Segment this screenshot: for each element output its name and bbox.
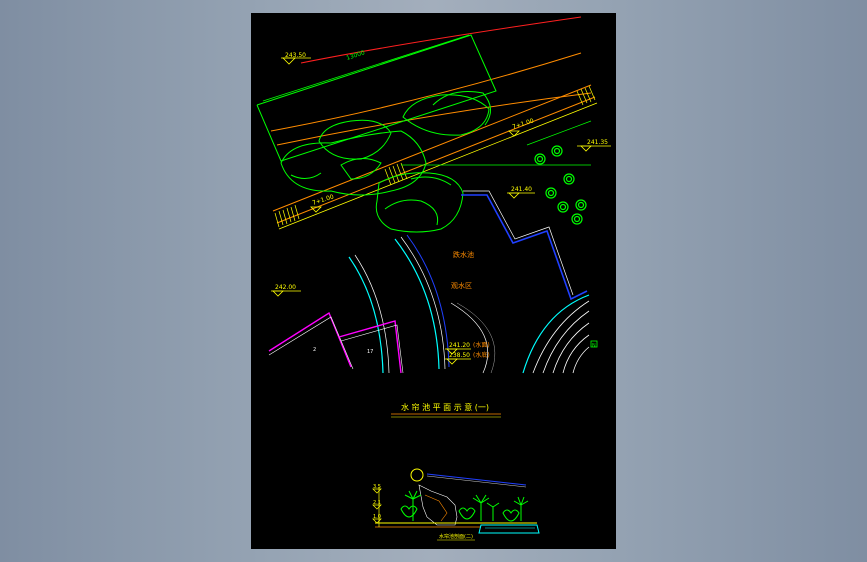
drawing-sheet: 243.50 13000 241.35 241.40 242.00 7+1.00… [251, 13, 616, 549]
viewing-label: 观水区 [451, 281, 472, 290]
elev-water1-label: 241.20 [449, 342, 470, 349]
cad-drawing: 243.50 13000 241.35 241.40 242.00 7+1.00… [256, 16, 611, 541]
pool-wall-blue [461, 194, 588, 301]
fan-outer-cyan [522, 294, 590, 374]
section-rock-2 [424, 494, 448, 522]
section-sun-circle [410, 468, 424, 482]
plan-title: 水 帘 池 平 面 示 意 (一) [401, 402, 489, 412]
water2-note: (水底) [473, 351, 490, 359]
section-elev-a: 3.5 [373, 484, 381, 490]
stair-hatch-right [576, 85, 596, 106]
path-magenta-2 [338, 320, 402, 374]
path-band-3 [278, 102, 598, 230]
section-elev-c: 1.0 [373, 514, 381, 520]
elev-right-top-label: 241.35 [587, 139, 608, 146]
curve-wall-cyan-2 [394, 238, 440, 370]
pool-wall-white [463, 190, 574, 296]
elev-top-label: 243.50 [285, 52, 306, 59]
planting-boundary [526, 120, 592, 146]
dim-top-label: 13000 [345, 49, 365, 62]
section-view: 3.5 2.1 1.0 水帘池剖面(二) [372, 468, 540, 541]
section-trees [400, 490, 529, 522]
road-edge-red [300, 16, 582, 64]
water1-note: (水面) [473, 341, 490, 349]
section-elev-b: 2.1 [373, 500, 381, 506]
section-sky-line-2 [426, 475, 527, 488]
section-caption: 水帘池剖面(二) [439, 533, 473, 540]
zone-17-label: 17 [367, 349, 373, 355]
curve-wall-white-1 [354, 254, 390, 374]
viewing-arc [450, 302, 489, 374]
elev-water2-label: 238.50 [449, 352, 470, 359]
viewing-arc-2 [456, 302, 496, 374]
zone-2-label: 2 [313, 347, 316, 353]
dim-line-top [262, 34, 470, 102]
elev-mid-right-label: 241.40 [511, 186, 532, 193]
section-sky-line-1 [426, 473, 527, 486]
planting-circles [534, 145, 587, 225]
road-edge-orange-1 [270, 52, 582, 132]
elev-left-label: 242.00 [275, 284, 296, 291]
north-mark-label: N [592, 343, 596, 349]
road-edge-orange-2 [276, 92, 592, 146]
rock-cluster [280, 91, 491, 233]
section-rock [418, 484, 458, 526]
pool-label: 跌水池 [453, 250, 474, 259]
section-water [478, 524, 540, 534]
path-magenta-1 [268, 311, 352, 368]
